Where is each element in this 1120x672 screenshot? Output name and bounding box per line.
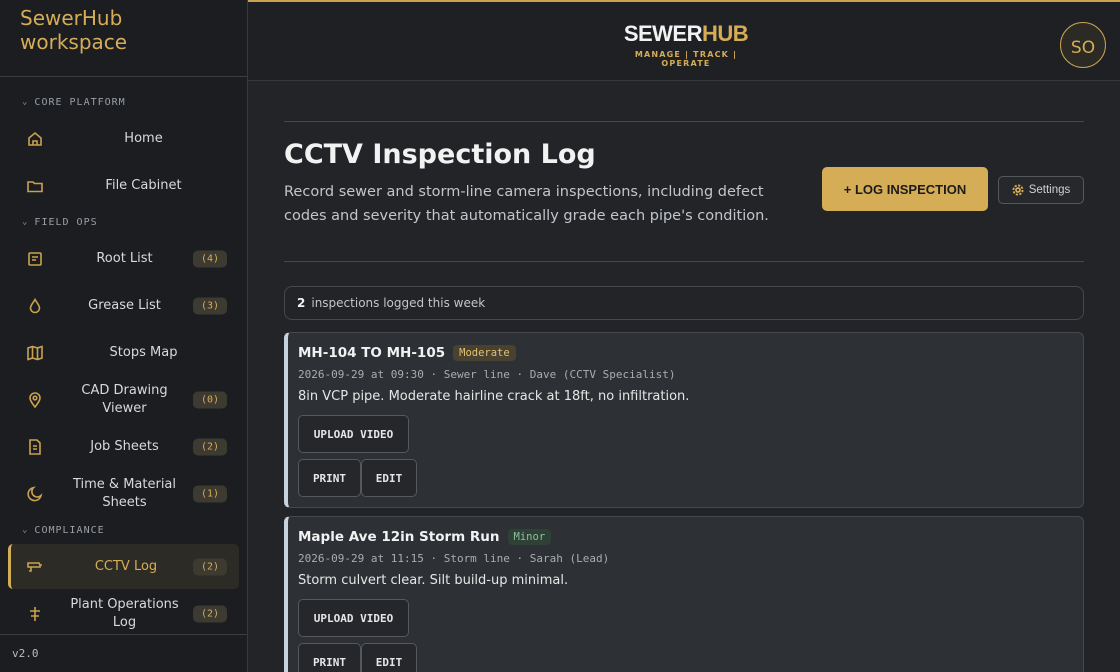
- inspection-description: 8in VCP pipe. Moderate hairline crack at…: [298, 389, 690, 404]
- sidebar-item-home[interactable]: Home: [8, 116, 239, 161]
- clock-icon: [26, 485, 44, 503]
- divider: [284, 261, 1084, 262]
- sidebar-item-label: CCTV Log: [94, 558, 158, 574]
- version-label: v2.0: [0, 634, 247, 672]
- sidebar-item-job-sheets[interactable]: Job Sheets (2): [8, 424, 239, 469]
- section-label: COMPLIANCE: [34, 524, 105, 536]
- inspection-title: Maple Ave 12in Storm Run: [298, 529, 500, 545]
- folder-icon: [26, 177, 44, 195]
- sidebar-item-label: Home: [124, 130, 163, 146]
- weekly-count-bar: 2 inspections logged this week: [284, 286, 1084, 320]
- edit-button[interactable]: EDIT: [361, 643, 417, 672]
- cctv-camera-icon: [26, 558, 44, 576]
- top-header: SEWERHUB MANAGE | TRACK | OPERATE SO: [248, 0, 1120, 81]
- logo-sewer-text: SEWER: [623, 21, 703, 46]
- inspection-count: 2: [297, 296, 306, 310]
- settings-button-label: Settings: [1028, 184, 1071, 196]
- map-icon: [26, 344, 44, 362]
- sidebar-item-label: Stops Map: [109, 344, 178, 360]
- sidebar-item-time-material-sheets[interactable]: Time & Material Sheets (1): [8, 471, 239, 516]
- print-button[interactable]: PRINT: [298, 643, 361, 672]
- severity-badge: Minor: [507, 529, 552, 545]
- sidebar-item-label: Job Sheets: [90, 438, 159, 454]
- inspection-card: MH-104 TO MH-105 Moderate 2026-09-29 at …: [284, 332, 1084, 508]
- main-content: CCTV Inspection Log Record sewer and sto…: [284, 81, 1084, 672]
- section-label: CORE PLATFORM: [34, 96, 126, 108]
- count-badge: (4): [192, 250, 227, 267]
- inspection-description: Storm culvert clear. Silt build-up minim…: [298, 573, 569, 588]
- sidebar-item-label: File Cabinet: [105, 177, 182, 193]
- count-badge: (1): [192, 485, 227, 502]
- chevron-down-icon: ⌄: [22, 525, 29, 535]
- divider: [284, 121, 1084, 122]
- count-badge: (2): [192, 558, 227, 575]
- inspection-card: Maple Ave 12in Storm Run Minor 2026-09-2…: [284, 516, 1084, 672]
- droplet-icon: [26, 297, 44, 315]
- upload-video-button[interactable]: UPLOAD VIDEO: [298, 599, 409, 637]
- gear-icon: [1012, 184, 1024, 196]
- inspection-count-label: inspections logged this week: [311, 296, 486, 310]
- sidebar-item-grease-list[interactable]: Grease List (3): [8, 283, 239, 328]
- sidebar-item-label: Grease List: [88, 297, 161, 313]
- sidebar-item-label: Plant Operations Log: [70, 596, 179, 630]
- count-badge: (0): [192, 391, 227, 408]
- settings-button[interactable]: Settings: [998, 176, 1084, 204]
- inspection-title: MH-104 TO MH-105: [298, 345, 446, 361]
- logo-tagline: MANAGE | TRACK | OPERATE: [634, 50, 738, 68]
- severity-badge: Moderate: [453, 345, 516, 361]
- chevron-down-icon: ⌄: [22, 97, 29, 107]
- section-compliance[interactable]: ⌄ COMPLIANCE: [0, 518, 247, 542]
- plant-icon: [26, 605, 44, 623]
- chevron-down-icon: ⌄: [22, 217, 29, 227]
- section-field-ops[interactable]: ⌄ FIELD OPS: [0, 210, 247, 234]
- log-inspection-button[interactable]: + LOG INSPECTION: [822, 167, 988, 211]
- user-avatar[interactable]: SO: [1060, 22, 1106, 68]
- sidebar-item-label: Time & Material Sheets: [72, 476, 177, 510]
- sidebar-item-root-list[interactable]: Root List (4): [8, 236, 239, 281]
- sidebar-item-label: Root List: [96, 250, 153, 266]
- page-description: Record sewer and storm-line camera inspe…: [284, 184, 769, 224]
- map-pin-icon: [26, 391, 44, 409]
- list-icon: [26, 250, 44, 268]
- logo-hub-text: HUB: [702, 21, 749, 46]
- count-badge: (3): [192, 297, 227, 314]
- section-label: FIELD OPS: [34, 216, 98, 228]
- inspection-meta: 2026-09-29 at 09:30 · Sewer line · Dave …: [298, 368, 676, 381]
- page-title: CCTV Inspection Log: [284, 139, 596, 170]
- edit-button[interactable]: EDIT: [361, 459, 417, 497]
- sidebar-item-cad-drawing-viewer[interactable]: CAD Drawing Viewer (0): [8, 377, 239, 422]
- sidebar-item-plant-operations-log[interactable]: Plant Operations Log (2): [8, 591, 239, 636]
- sidebar-item-file-cabinet[interactable]: File Cabinet: [8, 163, 239, 208]
- home-icon: [26, 130, 44, 148]
- workspace-title: SewerHub workspace: [0, 0, 247, 77]
- count-badge: (2): [192, 605, 227, 622]
- print-button[interactable]: PRINT: [298, 459, 361, 497]
- upload-video-button[interactable]: UPLOAD VIDEO: [298, 415, 409, 453]
- sidebar-item-label: CAD Drawing Viewer: [81, 382, 168, 416]
- sidebar-item-cctv-log[interactable]: CCTV Log (2): [8, 544, 239, 589]
- count-badge: (2): [192, 438, 227, 455]
- inspection-meta: 2026-09-29 at 11:15 · Storm line · Sarah…: [298, 552, 610, 565]
- section-core-platform[interactable]: ⌄ CORE PLATFORM: [0, 90, 247, 114]
- document-icon: [26, 438, 44, 456]
- sidebar: SewerHub workspace ⌄ CORE PLATFORM Home …: [0, 0, 248, 672]
- sewerhub-logo[interactable]: SEWERHUB MANAGE | TRACK | OPERATE: [611, 21, 761, 69]
- sidebar-item-stops-map[interactable]: Stops Map: [8, 330, 239, 375]
